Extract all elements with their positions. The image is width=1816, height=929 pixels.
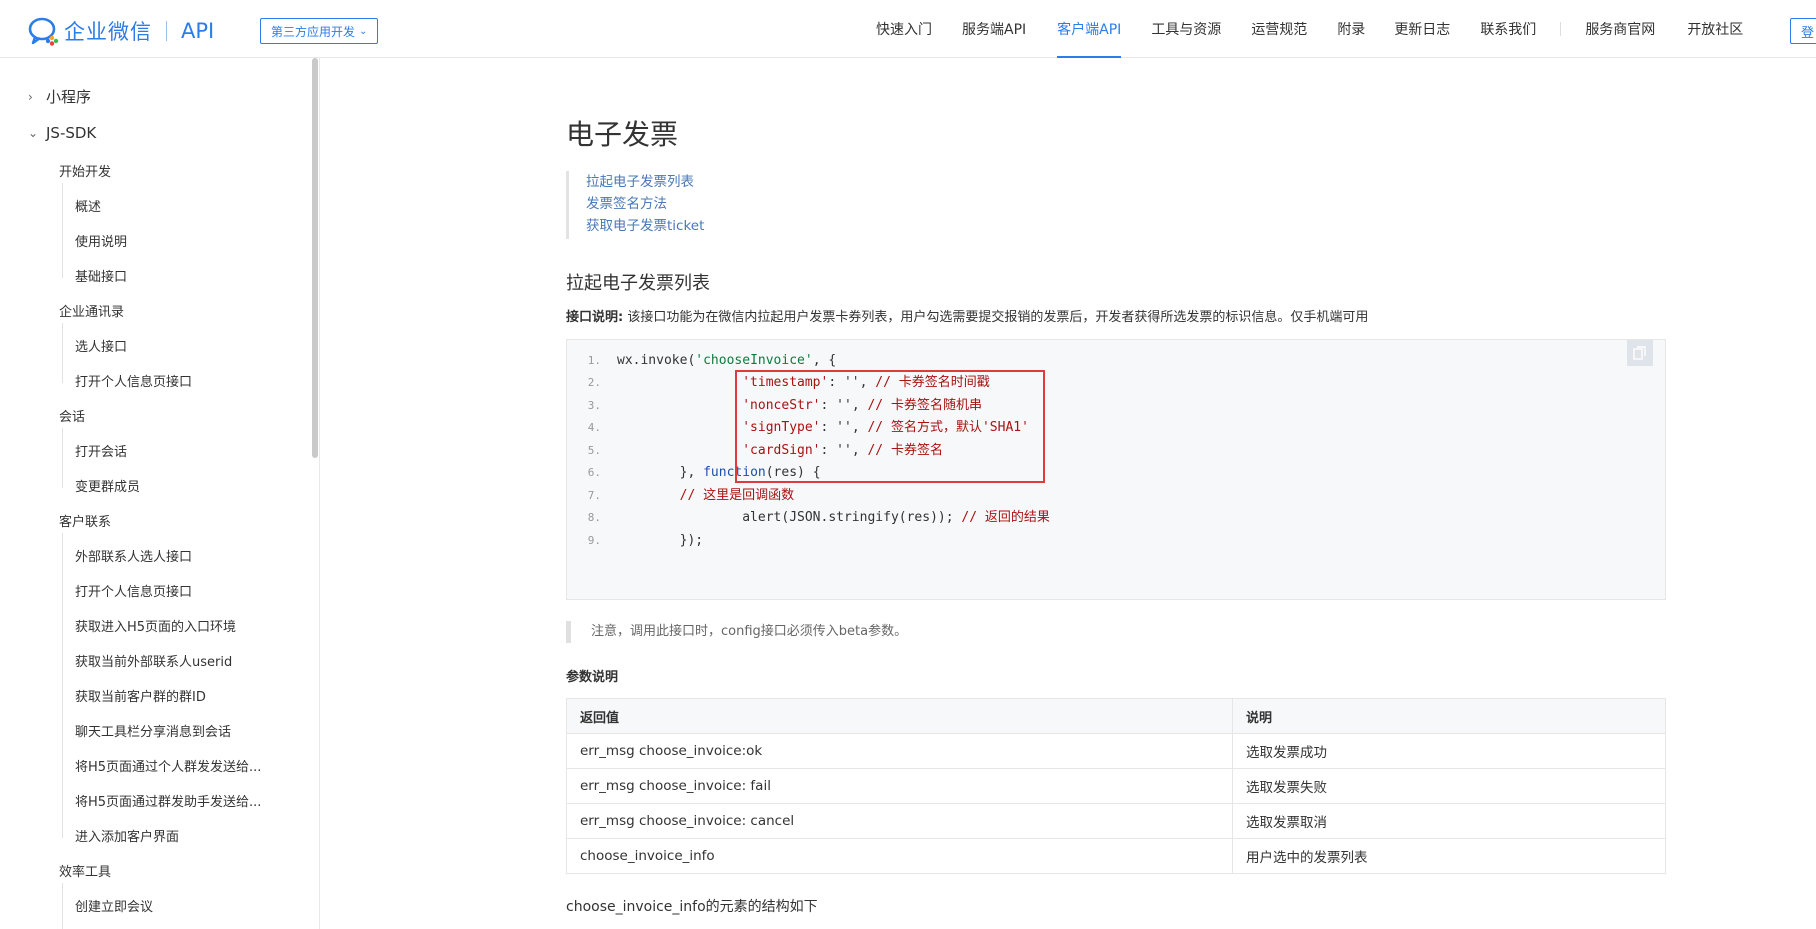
sidebar-item-h5-entry[interactable]: 获取进入H5页面的入口环境 bbox=[75, 616, 236, 635]
sidebar-item-external-userid[interactable]: 获取当前外部联系人userid bbox=[75, 651, 232, 670]
nav-client-api[interactable]: 客户端API bbox=[1057, 0, 1122, 58]
tree-line bbox=[62, 883, 63, 929]
sidebar-item-label: 小程序 bbox=[46, 88, 92, 106]
tree-line bbox=[62, 323, 63, 383]
table-cell: 用户选中的发票列表 bbox=[1232, 838, 1666, 874]
nav-contact[interactable]: 联系我们 bbox=[1480, 0, 1536, 58]
chevron-down-icon: ⌄ bbox=[359, 25, 368, 37]
sidebar-item-select-person[interactable]: 选人接口 bbox=[75, 336, 127, 355]
sidebar-item-external-profile[interactable]: 打开个人信息页接口 bbox=[75, 581, 192, 600]
sidebar-item-broadcast-assistant[interactable]: 将H5页面通过群发助手发送给... bbox=[75, 791, 261, 810]
params-table: 返回值 说明 err_msg choose_invoice:ok 选取发票成功 … bbox=[566, 698, 1666, 874]
table-row: err_msg choose_invoice: fail 选取发票失败 bbox=[566, 768, 1666, 804]
nav-changelog[interactable]: 更新日志 bbox=[1394, 0, 1450, 58]
sidebar-group-efficiency[interactable]: 效率工具 bbox=[59, 861, 111, 880]
login-label: 登 bbox=[1801, 25, 1815, 41]
sidebar-item-open-chat[interactable]: 打开会话 bbox=[75, 441, 127, 460]
api-description: 接口说明: 该接口功能为在微信内拉起用户发票卡券列表，用户勾选需要提交报销的发票… bbox=[566, 306, 1368, 325]
highlight-box bbox=[735, 370, 1045, 483]
nav-operation-rules[interactable]: 运营规范 bbox=[1251, 0, 1307, 58]
table-header-row: 返回值 说明 bbox=[566, 698, 1666, 734]
page-title: 电子发票 bbox=[566, 118, 679, 151]
table-row: choose_invoice_info 用户选中的发票列表 bbox=[566, 838, 1666, 874]
sidebar-scrollbar[interactable] bbox=[312, 58, 318, 458]
code-block: 1. wx.invoke('chooseInvoice', { 2. 'times… bbox=[566, 339, 1666, 600]
nav-tools[interactable]: 工具与资源 bbox=[1151, 0, 1221, 58]
table-cell: err_msg choose_invoice: cancel bbox=[566, 803, 1233, 839]
code-line: 1. wx.invoke('chooseInvoice', { bbox=[587, 353, 837, 368]
params-title: 参数说明 bbox=[566, 670, 619, 685]
toc-link-sign-method[interactable]: 发票签名方法 bbox=[586, 193, 704, 215]
logo-divider bbox=[166, 21, 167, 41]
sidebar-item-external-select[interactable]: 外部联系人选人接口 bbox=[75, 546, 192, 565]
sidebar-item-miniprogram[interactable]: › 小程序 bbox=[28, 86, 91, 107]
top-nav: 快速入门 服务端API 客户端API 工具与资源 运营规范 附录 更新日志 联系… bbox=[876, 0, 1743, 58]
sidebar-item-group-id[interactable]: 获取当前客户群的群ID bbox=[75, 686, 206, 705]
copy-icon bbox=[1633, 346, 1646, 360]
table-row: err_msg choose_invoice:ok 选取发票成功 bbox=[566, 733, 1666, 769]
sidebar-item-create-meeting[interactable]: 创建立即会议 bbox=[75, 896, 153, 915]
table-cell: 选取发票失败 bbox=[1232, 768, 1666, 804]
sidebar-group-getting-started[interactable]: 开始开发 bbox=[59, 161, 111, 180]
nav-appendix[interactable]: 附录 bbox=[1337, 0, 1365, 58]
sidebar-item-basic-api[interactable]: 基础接口 bbox=[75, 266, 127, 285]
logo-text: 企业微信 bbox=[64, 20, 152, 44]
table-cell: err_msg choose_invoice:ok bbox=[566, 733, 1233, 769]
table-row: err_msg choose_invoice: cancel 选取发票取消 bbox=[566, 803, 1666, 839]
nav-divider bbox=[1560, 22, 1562, 36]
dev-type-dropdown[interactable]: 第三方应用开发 ⌄ bbox=[260, 18, 379, 44]
sidebar-item-update-members[interactable]: 变更群成员 bbox=[75, 476, 140, 495]
table-of-contents: 拉起电子发票列表 发票签名方法 获取电子发票ticket bbox=[566, 171, 704, 239]
table-cell: 选取发票成功 bbox=[1232, 733, 1666, 769]
tree-line bbox=[62, 428, 63, 488]
column-header: 返回值 bbox=[566, 698, 1233, 734]
sidebar-item-add-customer[interactable]: 进入添加客户界面 bbox=[75, 826, 179, 845]
sidebar: › 小程序 ⌄ JS-SDK 开始开发 概述 使用说明 基础接口 企业通讯录 选… bbox=[0, 58, 320, 929]
description-text: 该接口功能为在微信内拉起用户发票卡券列表，用户勾选需要提交报销的发票后，开发者获… bbox=[627, 310, 1369, 325]
table-cell: 选取发票取消 bbox=[1232, 803, 1666, 839]
tree-line bbox=[62, 533, 63, 838]
sidebar-item-share-message[interactable]: 聊天工具栏分享消息到会话 bbox=[75, 721, 231, 740]
nav-community[interactable]: 开放社区 bbox=[1687, 0, 1743, 58]
note-callout: 注意，调用此接口时，config接口必须传入beta参数。 bbox=[566, 621, 907, 643]
sidebar-item-label: JS-SDK bbox=[46, 124, 97, 142]
description-label: 接口说明: bbox=[566, 310, 624, 325]
wecom-logo-icon bbox=[28, 17, 59, 46]
code-line: 7. // 这里是回调函数 bbox=[587, 488, 795, 503]
struct-description: choose_invoice_info的元素的结构如下 bbox=[566, 899, 818, 915]
nav-provider-site[interactable]: 服务商官网 bbox=[1585, 0, 1655, 58]
sidebar-item-jssdk[interactable]: ⌄ JS-SDK bbox=[28, 124, 96, 142]
toc-link-ticket[interactable]: 获取电子发票ticket bbox=[586, 215, 704, 237]
sidebar-group-chat[interactable]: 会话 bbox=[59, 406, 85, 425]
sidebar-item-personal-broadcast[interactable]: 将H5页面通过个人群发发送给... bbox=[75, 756, 261, 775]
section-title: 拉起电子发票列表 bbox=[566, 273, 710, 294]
chevron-down-icon: ⌄ bbox=[28, 126, 39, 140]
nav-quickstart[interactable]: 快速入门 bbox=[876, 0, 932, 58]
table-cell: err_msg choose_invoice: fail bbox=[566, 768, 1233, 804]
column-header: 说明 bbox=[1232, 698, 1666, 734]
copy-button[interactable] bbox=[1627, 340, 1653, 366]
code-line: 8. alert(JSON.stringify(res)); // 返回的结果 bbox=[587, 510, 1050, 525]
login-button[interactable]: 登 bbox=[1790, 18, 1816, 44]
sidebar-item-open-profile[interactable]: 打开个人信息页接口 bbox=[75, 371, 192, 390]
top-header: 企业微信 API 第三方应用开发 ⌄ 快速入门 服务端API 客户端API 工具… bbox=[0, 0, 1816, 58]
chevron-right-icon: › bbox=[28, 89, 33, 104]
dev-type-label: 第三方应用开发 bbox=[271, 24, 356, 39]
sidebar-group-contacts[interactable]: 企业通讯录 bbox=[59, 301, 124, 320]
sidebar-item-overview[interactable]: 概述 bbox=[75, 196, 101, 215]
nav-server-api[interactable]: 服务端API bbox=[962, 0, 1026, 58]
sidebar-group-customer[interactable]: 客户联系 bbox=[59, 511, 111, 530]
logo-api: API bbox=[181, 19, 215, 43]
toc-link-choose-invoice[interactable]: 拉起电子发票列表 bbox=[586, 171, 704, 193]
tree-line bbox=[62, 183, 63, 278]
sidebar-item-usage[interactable]: 使用说明 bbox=[75, 231, 127, 250]
logo[interactable]: 企业微信 API bbox=[28, 16, 214, 46]
table-cell: choose_invoice_info bbox=[566, 838, 1233, 874]
code-line: 9. }); bbox=[587, 533, 704, 548]
